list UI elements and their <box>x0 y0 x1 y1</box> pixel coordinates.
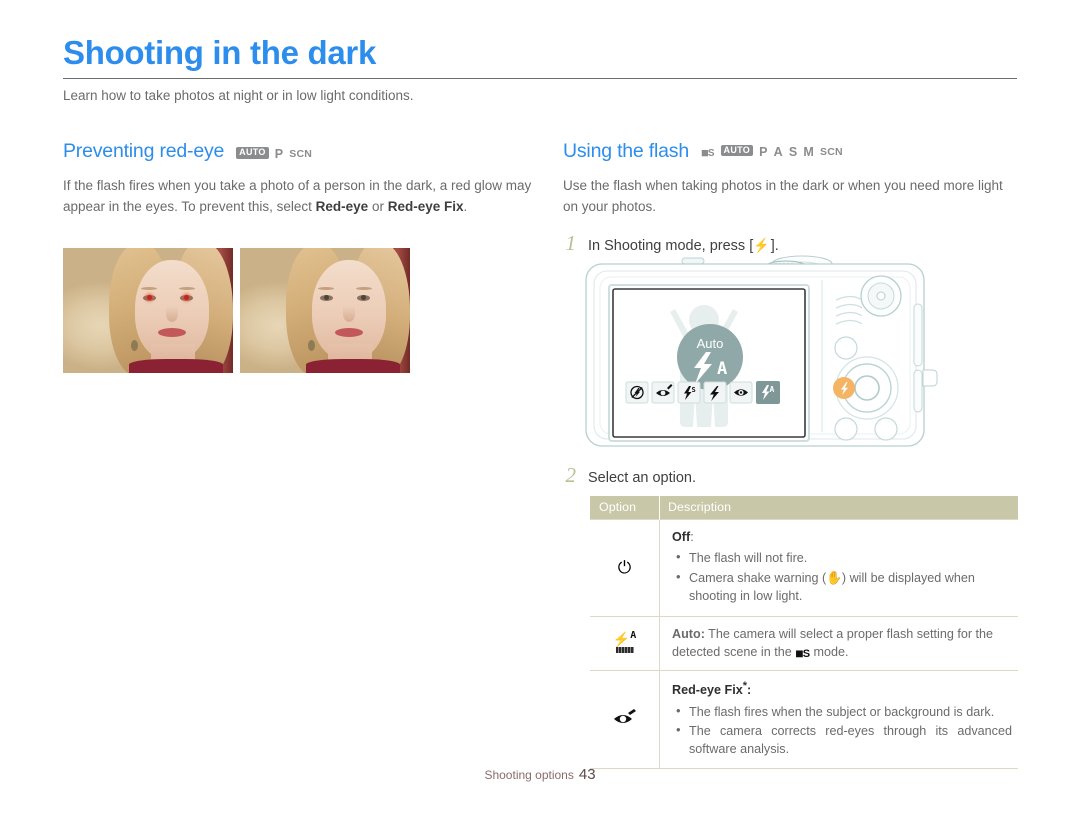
table-row: ⏻ Off: The flash will not fire. Camera s… <box>590 519 1018 617</box>
title-divider <box>63 77 1017 79</box>
row-description-auto: Auto: The camera will select a proper fl… <box>659 616 1018 672</box>
auto-flash-icon: ⚡ A <box>590 616 660 672</box>
row-title-suffix: : <box>746 683 752 698</box>
left-paragraph: If the flash fires when you take a photo… <box>63 176 533 217</box>
row-description-off: Off: The flash will not fire. Camera sha… <box>659 519 1018 617</box>
camera-illustration: Auto A S A <box>578 252 948 464</box>
flash-options-table: Option Description ⏻ Off: The flash will… <box>590 496 1018 770</box>
left-paragraph-bold-1: Red-eye <box>315 198 369 214</box>
photo-red-eye-corrected <box>240 248 410 373</box>
left-paragraph-part-3: . <box>463 198 468 214</box>
right-column: Using the flash ■ S AUTO P A S M SCN Use … <box>563 140 1018 256</box>
row-title-text: Auto <box>672 626 701 641</box>
bullet-item: Camera shake warning (✋) will be display… <box>676 567 1012 606</box>
mode-auto-icon: AUTO <box>720 144 754 157</box>
flash-off-icon: ⏻ <box>590 519 660 617</box>
svg-text:S: S <box>692 386 696 394</box>
page-subtitle: Learn how to take photos at night or in … <box>63 87 414 103</box>
mode-smart-auto-icon: ■ S <box>701 145 715 160</box>
mode-icon-group: AUTO P SCN <box>236 147 312 161</box>
table-header-description: Description <box>659 496 1018 520</box>
section-heading-using-the-flash: Using the flash ■ S AUTO P A S M SCN <box>563 140 1018 166</box>
mode-m-icon: M <box>803 144 815 159</box>
footer-page-number: 43 <box>578 766 596 783</box>
page-footer: Shooting options 43 <box>0 766 1080 783</box>
mode-scn-icon: SCN <box>820 145 843 158</box>
photo-with-red-eye <box>63 248 233 373</box>
red-eye-fix-icon <box>590 670 660 770</box>
mode-a-icon: A <box>773 144 783 159</box>
row-title-text: Off <box>672 530 691 544</box>
mode-scn-icon: SCN <box>289 147 313 160</box>
row-text-after: mode. <box>810 644 849 659</box>
mode-auto-icon: AUTO <box>236 147 269 159</box>
row-title-suffix: : <box>690 530 694 544</box>
bullet-item: The flash fires when the subject or back… <box>676 702 1012 721</box>
section-heading-preventing-red-eye: Preventing red-eye AUTO P SCN <box>63 140 533 166</box>
bullet-text-before: Camera shake warning ( <box>689 570 827 585</box>
page-header: Shooting in the dark Learn how to take p… <box>63 34 1017 105</box>
step-1-number: 1 <box>565 231 577 256</box>
mode-p-icon: P <box>274 146 284 161</box>
left-paragraph-bold-2: Red-eye Fix <box>387 198 464 214</box>
smart-auto-mode-icon: ■ S <box>795 644 811 661</box>
table-row: ⚡ A Auto: The camera will select a proper… <box>590 616 1018 672</box>
red-eye-comparison-photos <box>63 248 410 373</box>
mode-s-icon: S <box>788 144 798 159</box>
table-header-option: Option <box>590 496 660 520</box>
bullet-item: The flash will not fire. <box>676 548 1012 567</box>
row-bullets-red-eye-fix: The flash fires when the subject or back… <box>672 702 1012 759</box>
row-bullets-off: The flash will not fire. Camera shake wa… <box>672 548 1012 606</box>
svg-text:A: A <box>770 385 775 394</box>
row-title-text: Red-eye Fix <box>672 683 743 698</box>
red-eye-fix-glyph <box>613 709 636 724</box>
step-2-text: Select an option. <box>588 470 697 486</box>
section-title: Preventing red-eye <box>63 140 225 162</box>
row-title-auto: Auto: <box>672 627 705 641</box>
row-description-red-eye-fix: Red-eye Fix*: The flash fires when the s… <box>659 670 1018 770</box>
step-2-number: 2 <box>565 463 577 487</box>
svg-text:Auto: Auto <box>697 336 724 351</box>
left-paragraph-part-2: or <box>368 198 388 214</box>
row-title-off: Off: <box>672 528 1012 546</box>
manual-page: Shooting in the dark Learn how to take p… <box>0 0 1080 815</box>
footer-section-label: Shooting options <box>484 768 574 782</box>
step-2: 2 Select an option. <box>563 463 697 488</box>
right-intro-paragraph: Use the flash when taking photos in the … <box>563 178 1003 214</box>
mode-icon-group: ■ S AUTO P A S M SCN <box>701 144 843 160</box>
table-row: Red-eye Fix*: The flash fires when the s… <box>590 670 1018 770</box>
mode-p-icon: P <box>759 144 768 159</box>
svg-text:A: A <box>717 359 727 379</box>
camera-shake-icon: ✋ <box>826 569 842 585</box>
left-column: Preventing red-eye AUTO P SCN If the fla… <box>63 140 533 217</box>
section-title: Using the flash <box>563 140 689 162</box>
bullet-item: The camera corrects red-eyes through its… <box>676 721 1012 759</box>
page-title: Shooting in the dark <box>63 34 376 71</box>
row-title-red-eye-fix: Red-eye Fix*: <box>672 679 1012 699</box>
table-header-row: Option Description <box>590 496 1018 520</box>
